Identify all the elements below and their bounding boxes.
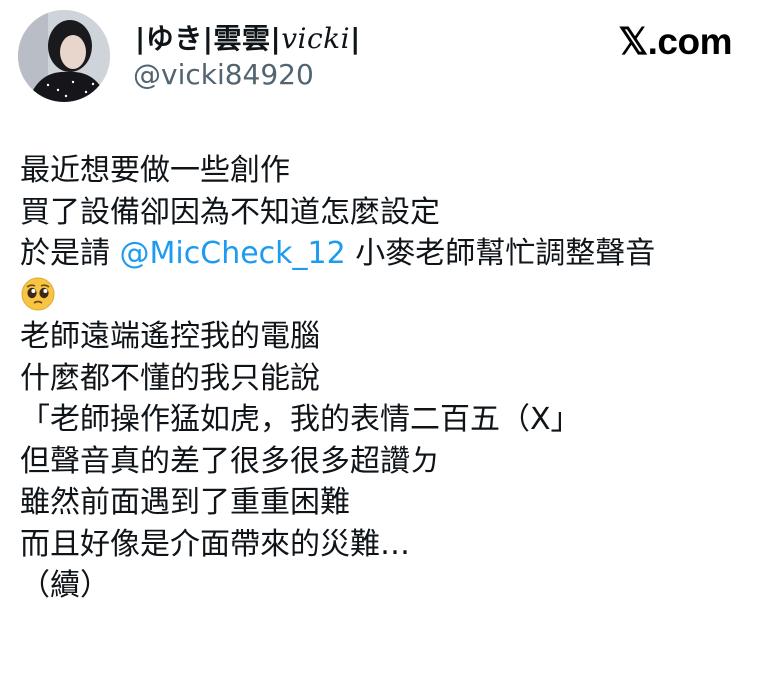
tweet-line-1: 最近想要做一些創作 <box>20 153 290 188</box>
avatar-photo-icon <box>18 10 110 102</box>
mention-link[interactable]: @MicCheck_12 <box>120 236 346 271</box>
tweet-line-8: 但聲音真的差了很多很多超讚ㄉ <box>20 443 440 479</box>
display-name-part-1: |ゆき|雲雲| <box>135 22 282 55</box>
pleading-face-icon <box>21 277 55 311</box>
tweet-line-4 <box>20 275 760 317</box>
tweet-line-5: 老師遠端遙控我的電腦 <box>20 319 320 354</box>
tweet-line-9: 雖然前面遇到了重重困難 <box>20 485 350 520</box>
tweet-line-6: 什麼都不懂的我只能說 <box>20 360 320 396</box>
display-name[interactable]: |ゆき|雲雲|vicki| <box>135 17 361 57</box>
tweet-line-2: 買了設備卻因為不知道怎麼設定 <box>20 194 440 230</box>
tweet-line-3-suffix: 小麥老師幫忙調整聲音 <box>345 236 656 271</box>
display-name-part-2: vicki <box>281 22 351 55</box>
tweet-line-7: 「老師操作猛如虎，我的表情二百五（X」 <box>20 402 581 437</box>
user-handle[interactable]: @vicki84920 <box>133 58 314 91</box>
x-logo[interactable]: 𝕏.com <box>618 20 732 63</box>
avatar[interactable] <box>18 10 110 102</box>
tweet-line-3-prefix: 於是請 <box>20 236 120 271</box>
tweet-line-3: 於是請 @MicCheck_12 小麥老師幫忙調整聲音 <box>20 233 760 275</box>
tweet-line-11: （續） <box>20 568 110 603</box>
tweet-text: 最近想要做一些創作 買了設備卻因為不知道怎麼設定 於是請 @MicCheck_1… <box>20 150 760 607</box>
tweet-line-10: 而且好像是介面帶來的災難… <box>20 526 410 562</box>
display-name-part-3: | <box>350 22 361 55</box>
